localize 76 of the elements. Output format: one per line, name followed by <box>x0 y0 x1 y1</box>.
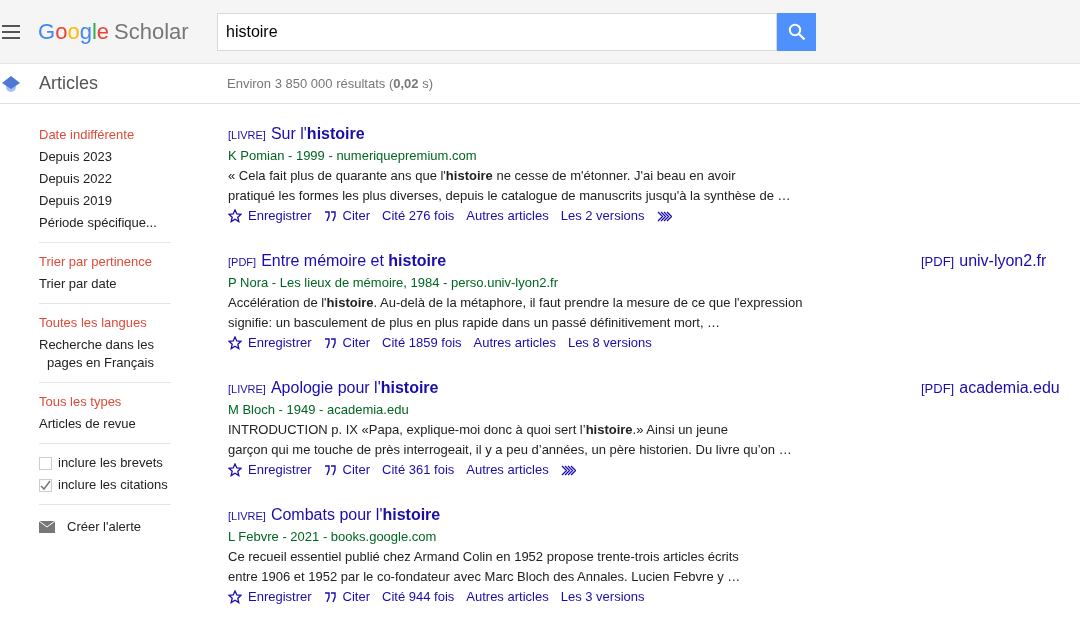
quote-icon <box>323 337 337 349</box>
result-authors: M Bloch - 1949 - academia.edu <box>228 401 410 419</box>
checkbox-label: inclure les citations <box>58 476 168 494</box>
filter-link[interactable]: Depuis 2019 <box>39 190 171 212</box>
save-link[interactable]: Enregistrer <box>228 587 312 607</box>
cite-link[interactable]: Citer <box>323 333 371 353</box>
snippet-line: « Cela fait plus de quarante ans que l'histoire ne cesse de m'étonner. J'ai beau en avoir <box>228 167 737 185</box>
result-link[interactable]: Les 8 versions <box>567 333 652 353</box>
quote-icon <box>323 464 337 476</box>
result-type-tag: [LIVRE] <box>228 125 266 145</box>
result-link[interactable]: Autres articles <box>466 206 549 226</box>
filter-link[interactable]: Date indifférente <box>39 124 171 146</box>
checkbox-label: inclure les brevets <box>58 454 163 472</box>
result-link[interactable]: Les 3 versions <box>560 587 645 607</box>
filter-link[interactable]: Toutes les langues <box>39 312 171 334</box>
snippet-line: Accélération de l'histoire. Au-delà de la métaphore, il faut prendre la mesure de ce que l'expression <box>228 294 804 312</box>
star-icon <box>228 336 242 350</box>
result-link[interactable]: Cité 944 fois <box>382 587 455 607</box>
create-alert-link[interactable]: Créer l'alerte <box>39 513 171 541</box>
star-icon <box>228 463 242 477</box>
filter-link[interactable]: Recherche dans les pages en Français <box>39 334 171 374</box>
filter-link[interactable]: Trier par pertinence <box>39 251 171 273</box>
result-link[interactable]: Cité 276 fois <box>382 206 455 226</box>
star-icon <box>228 209 242 223</box>
quote-icon <box>323 210 337 222</box>
result-authors: P Nora - Les lieux de mémoire, 1984 - perso.univ-lyon2.fr <box>228 274 559 292</box>
scholar-cap-icon <box>2 74 20 93</box>
cite-link[interactable]: Citer <box>323 206 371 226</box>
results-count: Environ 3 850 000 résultats (0,02 s) <box>227 74 433 93</box>
result-title-link[interactable]: Entre mémoire et histoire <box>261 251 447 271</box>
scholar-logo[interactable]: Google Scholar <box>38 15 199 48</box>
pdf-link[interactable]: [PDF] academia.edu <box>921 378 1060 480</box>
cite-link[interactable]: Citer <box>323 460 371 480</box>
result-link[interactable]: Autres articles <box>466 460 549 480</box>
result-link[interactable]: Les 2 versions <box>560 206 645 226</box>
snippet-line: signifie: un basculement de plus en plus rapide dans un passé définitivement mort, … <box>228 314 722 332</box>
menu-icon[interactable] <box>2 24 20 39</box>
result-authors: K Pomian - 1999 - numeriquepremium.com <box>228 147 478 165</box>
result-type-tag: [PDF] <box>228 252 257 272</box>
snippet-line: entre 1906 et 1952 par le co-fondateur avec Marc Bloch des Annales. Lucien Febvre y … <box>228 568 742 586</box>
quote-icon <box>323 591 337 603</box>
filter-link[interactable]: Articles de revue <box>39 413 171 435</box>
result-link[interactable]: Autres articles <box>473 333 556 353</box>
pdf-link[interactable]: [PDF] univ-lyon2.fr <box>921 251 1047 353</box>
result-link[interactable]: Cité 361 fois <box>382 460 455 480</box>
snippet-line: INTRODUCTION p. IX «Papa, explique-moi donc à quoi sert l’histoire.» Ainsi un jeune <box>228 421 729 439</box>
snippet-line: garçon qui me touche de près interrogeait, il y a peu d’années, un père historien. Du livre qu’on … <box>228 441 793 459</box>
result-title-link[interactable]: Apologie pour l'histoire <box>270 378 439 398</box>
result-type-tag: [LIVRE] <box>228 506 266 526</box>
result-link[interactable]: Cité 1859 fois <box>382 333 462 353</box>
filter-link[interactable]: Période spécifique... <box>39 212 171 234</box>
search-icon <box>787 22 806 41</box>
result-link[interactable]: Autres articles <box>466 587 549 607</box>
filter-link[interactable]: Depuis 2023 <box>39 146 171 168</box>
envelope-icon <box>39 520 55 533</box>
result-authors: L Febvre - 2021 - books.google.com <box>228 528 438 546</box>
save-link[interactable]: Enregistrer <box>228 206 312 226</box>
checkbox[interactable] <box>39 478 52 492</box>
filter-link[interactable]: Tous les types <box>39 391 171 413</box>
filter-link[interactable]: Trier par date <box>39 273 171 295</box>
search-button[interactable] <box>777 12 816 51</box>
cite-link[interactable]: Citer <box>323 587 371 607</box>
result-title-link[interactable]: Sur l'histoire <box>270 124 365 144</box>
star-icon <box>228 590 242 604</box>
section-title: Articles <box>39 72 99 95</box>
search-field[interactable]: histoire <box>217 12 777 51</box>
result-type-tag: [LIVRE] <box>228 379 266 399</box>
double-chevron-icon[interactable] <box>560 464 576 476</box>
snippet-line: Ce recueil essentiel publié chez Armand Colin en 1952 propose trente-trois articles écrits <box>228 548 740 566</box>
double-chevron-icon[interactable] <box>656 210 672 222</box>
save-link[interactable]: Enregistrer <box>228 333 312 353</box>
snippet-line: pratiqué les formes les plus diverses, depuis le catalogue de manuscrits jusqu'à la synthèse de … <box>228 187 792 205</box>
result-title-link[interactable]: Combats pour l'histoire <box>270 505 441 525</box>
checkbox[interactable] <box>39 456 52 470</box>
save-link[interactable]: Enregistrer <box>228 460 312 480</box>
filter-link[interactable]: Depuis 2022 <box>39 168 171 190</box>
